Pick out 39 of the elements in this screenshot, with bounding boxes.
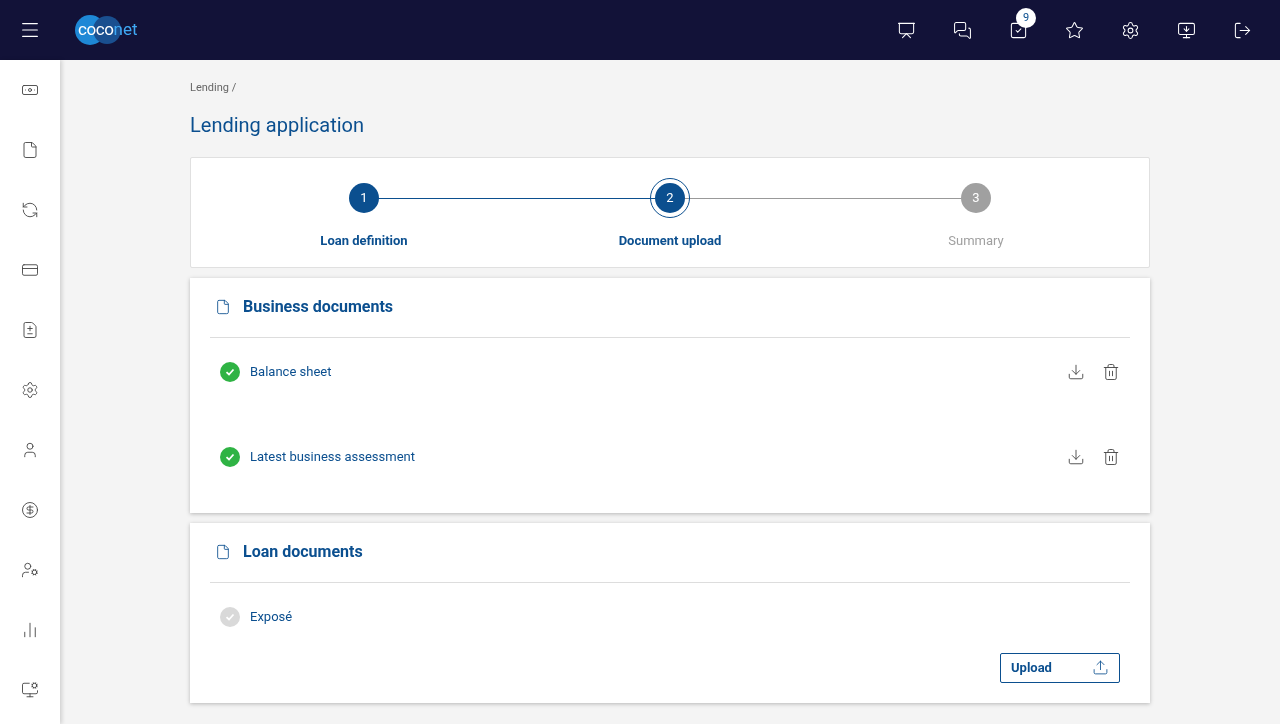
user-settings-icon <box>21 561 39 579</box>
bar-chart-icon <box>21 621 39 639</box>
settings-icon <box>21 381 39 399</box>
step-label: Document upload <box>618 231 722 250</box>
user-icon <box>21 441 39 459</box>
upload-button[interactable]: Upload <box>1000 652 1120 683</box>
chat-bubbles-icon <box>952 20 972 40</box>
dollar-coin-icon <box>21 501 39 519</box>
step-label: Loan definition <box>320 231 408 250</box>
credit-card-icon <box>21 261 39 279</box>
trash-icon <box>1102 448 1120 466</box>
breadcrumb-link[interactable]: Lending / <box>190 80 237 97</box>
notification-badge: 9 <box>1016 8 1036 28</box>
document-name: Balance sheet <box>250 363 332 382</box>
star-icon <box>1064 20 1084 40</box>
document-name: Exposé <box>250 608 293 627</box>
delete-button[interactable] <box>1102 448 1120 466</box>
download-icon <box>1067 448 1085 466</box>
document-icon <box>215 299 231 315</box>
section-title: Business documents <box>243 296 394 318</box>
section-title: Loan documents <box>243 541 363 563</box>
trash-icon <box>1102 363 1120 381</box>
document-icon <box>21 141 39 159</box>
page-title: Lending application <box>190 111 366 139</box>
logo: coconet <box>75 15 138 45</box>
checkbox-icon <box>1008 20 1028 40</box>
presentation-chart-icon <box>896 20 916 40</box>
document-icon <box>215 544 231 560</box>
download-button[interactable] <box>1067 448 1085 466</box>
document-name: Latest business assessment <box>250 448 415 467</box>
upload-icon <box>1092 659 1109 676</box>
step-label: Summary <box>948 231 1004 250</box>
checkbox-button[interactable]: 9 <box>990 0 1046 60</box>
logout-icon <box>1232 20 1252 40</box>
monitor-download-icon <box>1176 20 1196 40</box>
download-button[interactable] <box>1067 363 1085 381</box>
download-icon <box>1067 363 1085 381</box>
delete-button[interactable] <box>1102 363 1120 381</box>
settings-icon <box>1120 20 1140 40</box>
